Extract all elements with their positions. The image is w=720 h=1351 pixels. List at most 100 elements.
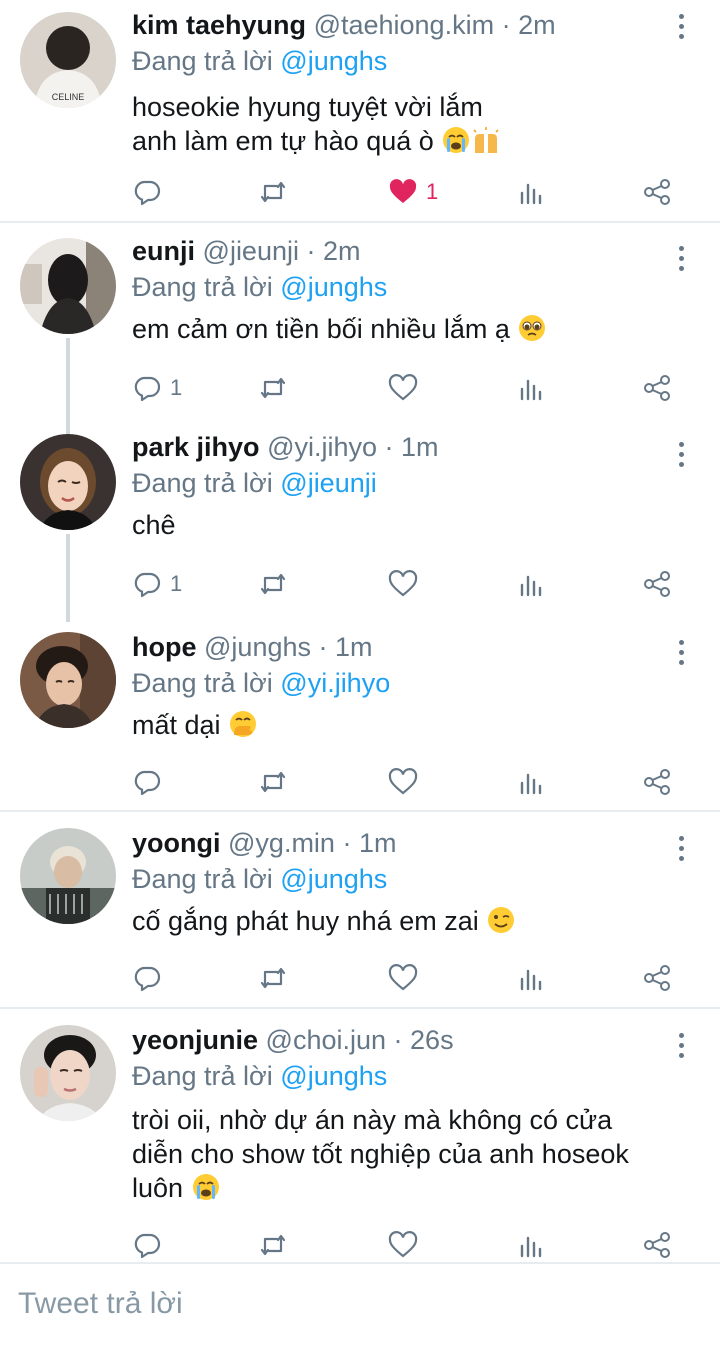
timestamp[interactable]: · 2m [502, 10, 556, 40]
like-button[interactable] [388, 1225, 426, 1265]
timestamp[interactable]: · 1m [385, 432, 439, 462]
like-button[interactable] [388, 564, 426, 604]
replying-to: Đang trả lời @junghs [132, 270, 680, 304]
loudly-crying-face-icon [443, 127, 470, 153]
analytics-button[interactable] [516, 368, 546, 408]
mention-link[interactable]: @junghs [280, 1061, 387, 1091]
share-button[interactable] [642, 1225, 672, 1265]
more-options-icon[interactable] [676, 442, 686, 472]
more-options-icon[interactable] [676, 246, 686, 276]
more-options-icon[interactable] [676, 640, 686, 670]
tweet-actions [132, 958, 692, 998]
share-button[interactable] [642, 172, 672, 212]
retweet-icon [260, 967, 286, 989]
tweet-text-line: hoseokie hyung tuyệt vời lắm [132, 92, 483, 122]
timestamp[interactable]: · 1m [319, 632, 373, 662]
more-options-icon[interactable] [676, 836, 686, 866]
reply-button[interactable] [132, 958, 170, 998]
handle[interactable]: @junghs [204, 632, 311, 662]
analytics-button[interactable] [516, 762, 546, 802]
retweet-button[interactable] [258, 564, 288, 604]
retweet-icon [260, 771, 286, 793]
avatar[interactable]: CELINE [20, 12, 116, 108]
tweet-text: chê [132, 508, 680, 542]
tweet[interactable]: yoongi @yg.min · 1m Đang trả lời @junghs… [0, 818, 720, 1008]
like-button[interactable] [388, 762, 426, 802]
winking-face-icon [488, 907, 515, 933]
replying-to: Đang trả lời @junghs [132, 1059, 680, 1093]
reply-button[interactable] [132, 172, 170, 212]
retweet-button[interactable] [258, 172, 288, 212]
display-name[interactable]: eunji [132, 236, 195, 266]
timestamp[interactable]: · 1m [342, 828, 396, 858]
analytics-button[interactable] [516, 1225, 546, 1265]
avatar[interactable] [20, 238, 116, 334]
analytics-button[interactable] [516, 564, 546, 604]
heart-icon [388, 374, 418, 401]
reply-button[interactable]: 1 [132, 368, 182, 408]
tweet-text: mất dại [132, 708, 680, 742]
svg-text:CELINE: CELINE [52, 92, 85, 102]
share-button[interactable] [642, 368, 672, 408]
tweet-text-line: diễn cho show tốt nghiệp của anh hoseok [132, 1139, 629, 1169]
timestamp[interactable]: · 2m [307, 236, 361, 266]
mention-link[interactable]: @yi.jihyo [280, 668, 390, 698]
replying-to: Đang trả lời @junghs [132, 862, 680, 896]
tweet[interactable]: park jihyo @yi.jihyo · 1m Đang trả lời @… [0, 426, 720, 622]
more-options-icon[interactable] [676, 1033, 686, 1063]
share-button[interactable] [642, 762, 672, 802]
display-name[interactable]: park jihyo [132, 432, 260, 462]
replying-prefix: Đang trả lời [132, 864, 273, 894]
handle[interactable]: @yg.min [228, 828, 335, 858]
analytics-button[interactable] [516, 172, 546, 212]
retweet-button[interactable] [258, 958, 288, 998]
reply-button[interactable]: 1 [132, 564, 182, 604]
reply-button[interactable] [132, 762, 170, 802]
more-options-icon[interactable] [676, 14, 686, 44]
tweet[interactable]: eunji @jieunji · 2m Đang trả lời @junghs… [0, 230, 720, 436]
retweet-button[interactable] [258, 762, 288, 802]
retweet-button[interactable] [258, 368, 288, 408]
like-count: 1 [426, 179, 439, 204]
avatar[interactable] [20, 828, 116, 924]
handle[interactable]: @jieunji [203, 236, 299, 266]
analytics-icon [520, 183, 542, 205]
retweet-icon [260, 181, 286, 203]
tweet[interactable]: CELINE kim taehyung @taehiong.kim · 2m Đ… [0, 0, 720, 222]
display-name[interactable]: kim taehyung [132, 10, 306, 40]
display-name[interactable]: hope [132, 632, 197, 662]
like-button[interactable] [388, 368, 426, 408]
handle[interactable]: @taehiong.kim [314, 10, 495, 40]
analytics-icon [520, 379, 542, 401]
like-button[interactable] [388, 958, 426, 998]
tweet-text-line: cố gắng phát huy nhá em zai [132, 906, 479, 936]
timestamp[interactable]: · 26s [394, 1025, 454, 1055]
share-button[interactable] [642, 564, 672, 604]
avatar[interactable] [20, 1025, 116, 1121]
reply-input[interactable] [16, 1286, 700, 1322]
tweet[interactable]: yeonjunie @choi.jun · 26s Đang trả lời @… [0, 1015, 720, 1261]
tweet-text-line: mất dại [132, 710, 221, 740]
display-name[interactable]: yeonjunie [132, 1025, 258, 1055]
mention-link[interactable]: @junghs [280, 46, 387, 76]
thread-line [66, 338, 70, 436]
mention-link[interactable]: @jieunji [280, 468, 376, 498]
reply-button[interactable] [132, 1225, 170, 1265]
retweet-button[interactable] [258, 1225, 288, 1265]
tweet-text: hoseokie hyung tuyệt vời lắm anh làm em … [132, 90, 680, 158]
reply-count: 1 [170, 375, 183, 400]
tweet[interactable]: hope @junghs · 1m Đang trả lời @yi.jihyo… [0, 622, 720, 812]
avatar[interactable] [20, 632, 116, 728]
mention-link[interactable]: @junghs [280, 864, 387, 894]
share-icon [644, 965, 670, 991]
display-name[interactable]: yoongi [132, 828, 221, 858]
analytics-button[interactable] [516, 958, 546, 998]
share-button[interactable] [642, 958, 672, 998]
replying-prefix: Đang trả lời [132, 1061, 273, 1091]
mention-link[interactable]: @junghs [280, 272, 387, 302]
handle[interactable]: @yi.jihyo [267, 432, 377, 462]
tweet-text: em cảm ơn tiền bối nhiều lắm ạ [132, 312, 680, 346]
like-button[interactable]: 1 [388, 172, 438, 212]
handle[interactable]: @choi.jun [266, 1025, 386, 1055]
avatar[interactable] [20, 434, 116, 530]
